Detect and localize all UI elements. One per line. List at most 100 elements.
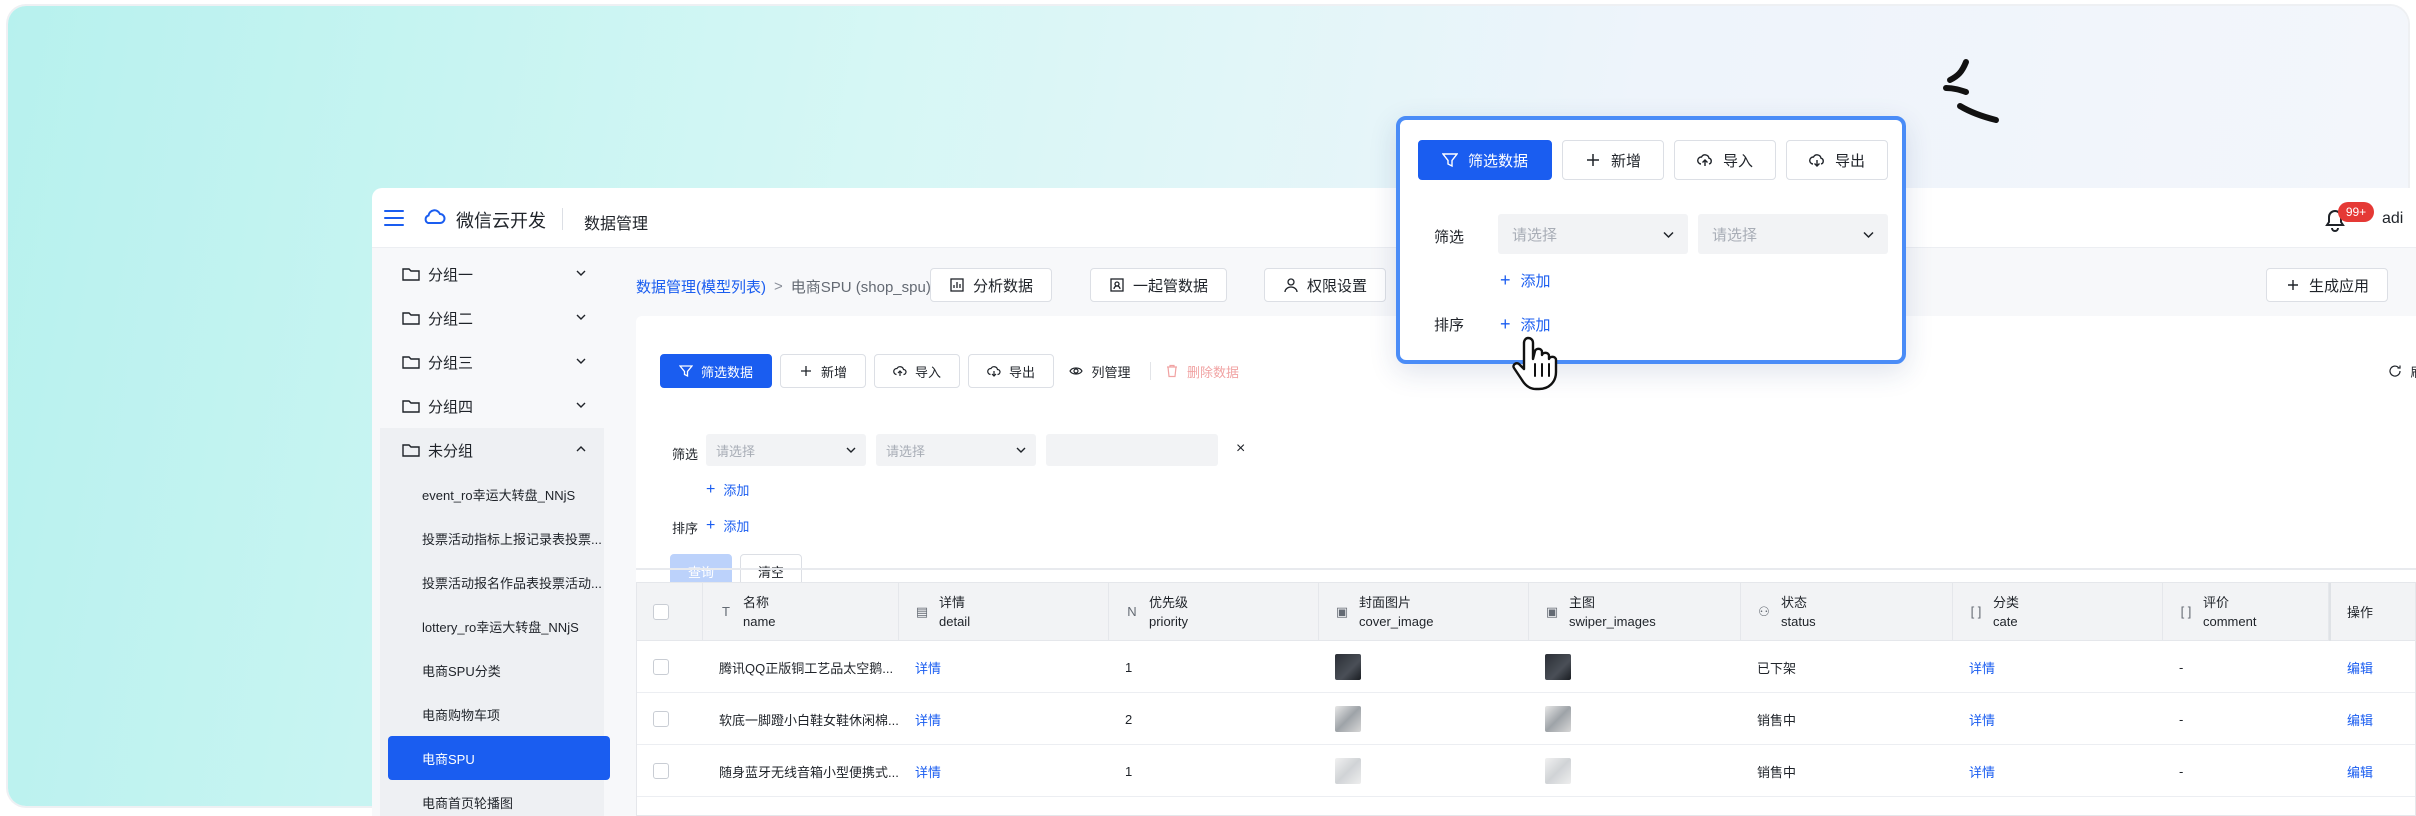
select-placeholder: 请选择 [1712,226,1758,244]
sidebar-group-1[interactable]: 分组一 [380,252,604,296]
column-header-cover-image[interactable]: ▣ 封面图片 cover_image [1319,583,1529,641]
column-field: cate [1993,614,2018,629]
breadcrumb-link[interactable]: 数据管理(模型列表) [636,276,766,297]
chevron-down-icon [1863,231,1874,239]
cell-cate-link[interactable]: 详情 [1953,641,2163,693]
sidebar-group-3[interactable]: 分组三 [380,340,604,384]
column-header-comment[interactable]: [ ] 评价 comment [2163,583,2329,641]
panel-add-filter-label: 添加 [1520,273,1551,290]
analyze-data-label: 分析数据 [973,277,1034,295]
column-field: cover_image [1359,614,1434,629]
filter-value-input[interactable] [1046,434,1218,466]
cover-image-thumbnail[interactable] [1335,758,1361,784]
panel-add-filter-link[interactable]: + 添加 [1500,270,1551,291]
sidebar-group-ungrouped[interactable]: 未分组 [380,428,604,472]
generate-app-button[interactable]: 生成应用 [2266,268,2389,302]
swiper-image-thumbnail[interactable] [1545,654,1571,680]
table-header: T 名称 name ▤ 详情 detail N 优先级 priority ▣ 封面图片… [637,583,2416,641]
sidebar-group-label: 未分组 [428,442,474,460]
section-divider [636,568,2416,570]
sidebar-group-2[interactable]: 分组二 [380,296,604,340]
sidebar-item-active[interactable]: 电商SPU [388,736,610,780]
cover-image-thumbnail[interactable] [1335,654,1361,680]
sidebar-item[interactable]: 投票活动报名作品表投票活动... [380,560,604,604]
sidebar-item[interactable]: 电商SPU分类 [380,648,604,692]
column-header-name[interactable]: T 名称 name [703,583,899,641]
panel-add-sort-link[interactable]: + 添加 [1500,314,1551,335]
sidebar-item[interactable]: lottery_ro幸运大转盘_NNjS [380,604,604,648]
delete-data-button[interactable]: 删除数据 [1158,354,1246,388]
column-manage-button[interactable]: 列管理 [1062,354,1138,388]
row-checkbox[interactable] [653,763,669,779]
row-checkbox[interactable] [653,711,669,727]
filter-operator-select[interactable]: 请选择 [876,434,1036,466]
add-filter-link[interactable]: + 添加 [706,480,749,499]
upload-cloud-icon [1697,154,1712,166]
table-row: 腾讯QQ正版铜工艺品太空鹅... 详情 1 已下架 详情 - 编辑 [637,641,2415,693]
column-label: 主图 [1569,595,1596,610]
chevron-down-icon [1016,447,1026,453]
panel-filter-data-button[interactable]: 筛选数据 [1418,140,1552,180]
sidebar-item[interactable]: 投票活动指标上报记录表投票... [380,516,604,560]
column-field: status [1781,614,1816,629]
co-manage-button[interactable]: 一起管数据 [1090,268,1228,302]
download-cloud-icon [1809,154,1824,167]
select-all-checkbox[interactable] [653,604,669,620]
filter-data-button[interactable]: 筛选数据 [660,354,772,388]
cell-detail-link[interactable]: 详情 [899,745,1109,797]
column-header-status[interactable]: ⚇ 状态 status [1741,583,1953,641]
plus-icon: + [1500,314,1511,334]
analyze-data-button[interactable]: 分析数据 [930,268,1053,302]
export-button[interactable]: 导出 [968,354,1054,388]
row-checkbox[interactable] [653,659,669,675]
cell-name: 腾讯QQ正版铜工艺品太空鹅... [719,660,894,676]
edit-link[interactable]: 编辑 [2331,745,2416,797]
column-header-cate[interactable]: [ ] 分类 cate [1953,583,2163,641]
table-row: 随身蓝牙无线音箱小型便携式... 详情 1 销售中 详情 - 编辑 [637,745,2415,797]
trash-icon [1166,364,1177,378]
panel-add-button[interactable]: 新增 [1562,140,1664,180]
plus-icon: + [706,480,716,498]
edit-link[interactable]: 编辑 [2331,641,2416,693]
panel-import-button[interactable]: 导入 [1674,140,1776,180]
plus-icon [800,366,811,376]
panel-export-button[interactable]: 导出 [1786,140,1888,180]
user-name[interactable]: adi [2382,210,2403,228]
user-icon [1284,278,1298,293]
clear-filter-icon[interactable]: × [1236,440,1245,458]
column-header-detail[interactable]: ▤ 详情 detail [899,583,1109,641]
brand-name[interactable]: 微信云开发 [456,207,546,233]
column-header-swiper-images[interactable]: ▣ 主图 swiper_images [1529,583,1741,641]
sidebar-item[interactable]: 电商购物车项 [380,692,604,736]
cover-image-thumbnail[interactable] [1335,706,1361,732]
folder-icon [402,356,420,369]
sidebar-item[interactable]: event_ro幸运大转盘_NNjS [380,472,604,516]
cell-cate-link[interactable]: 详情 [1953,693,2163,745]
add-button[interactable]: 新增 [780,354,866,388]
sidebar-item[interactable]: 电商首页轮播图 [380,780,604,816]
swiper-image-thumbnail[interactable] [1545,758,1571,784]
plus-icon [2288,280,2298,290]
sidebar-group-4[interactable]: 分组四 [380,384,604,428]
panel-filter-label: 筛选 [1434,229,1465,246]
cell-detail-link[interactable]: 详情 [899,693,1109,745]
column-header-priority[interactable]: N 优先级 priority [1109,583,1319,641]
cell-cate-link[interactable]: 详情 [1953,745,2163,797]
chart-icon [950,278,964,292]
panel-filter-operator-select[interactable]: 请选择 [1698,214,1888,254]
refresh-button[interactable]: 刷 [2386,354,2416,388]
cell-name: 随身蓝牙无线音箱小型便携式... [719,764,899,780]
swiper-image-thumbnail[interactable] [1545,706,1571,732]
cell-priority: 1 [1125,763,1133,779]
add-sort-link[interactable]: + 添加 [706,516,749,535]
panel-filter-field-select[interactable]: 请选择 [1498,214,1688,254]
permission-settings-button[interactable]: 权限设置 [1264,268,1387,302]
import-button[interactable]: 导入 [874,354,960,388]
edit-link[interactable]: 编辑 [2331,693,2416,745]
filter-panel-callout: 筛选数据 新增 导入 导出 筛选 请选择 请选择 + 添加 排序 + 添加 [1396,116,1906,364]
menu-icon[interactable] [384,210,404,226]
cell-detail-link[interactable]: 详情 [899,641,1109,693]
column-label: 评价 [2203,595,2230,610]
column-field: comment [2203,614,2257,629]
filter-field-select[interactable]: 请选择 [706,434,866,466]
